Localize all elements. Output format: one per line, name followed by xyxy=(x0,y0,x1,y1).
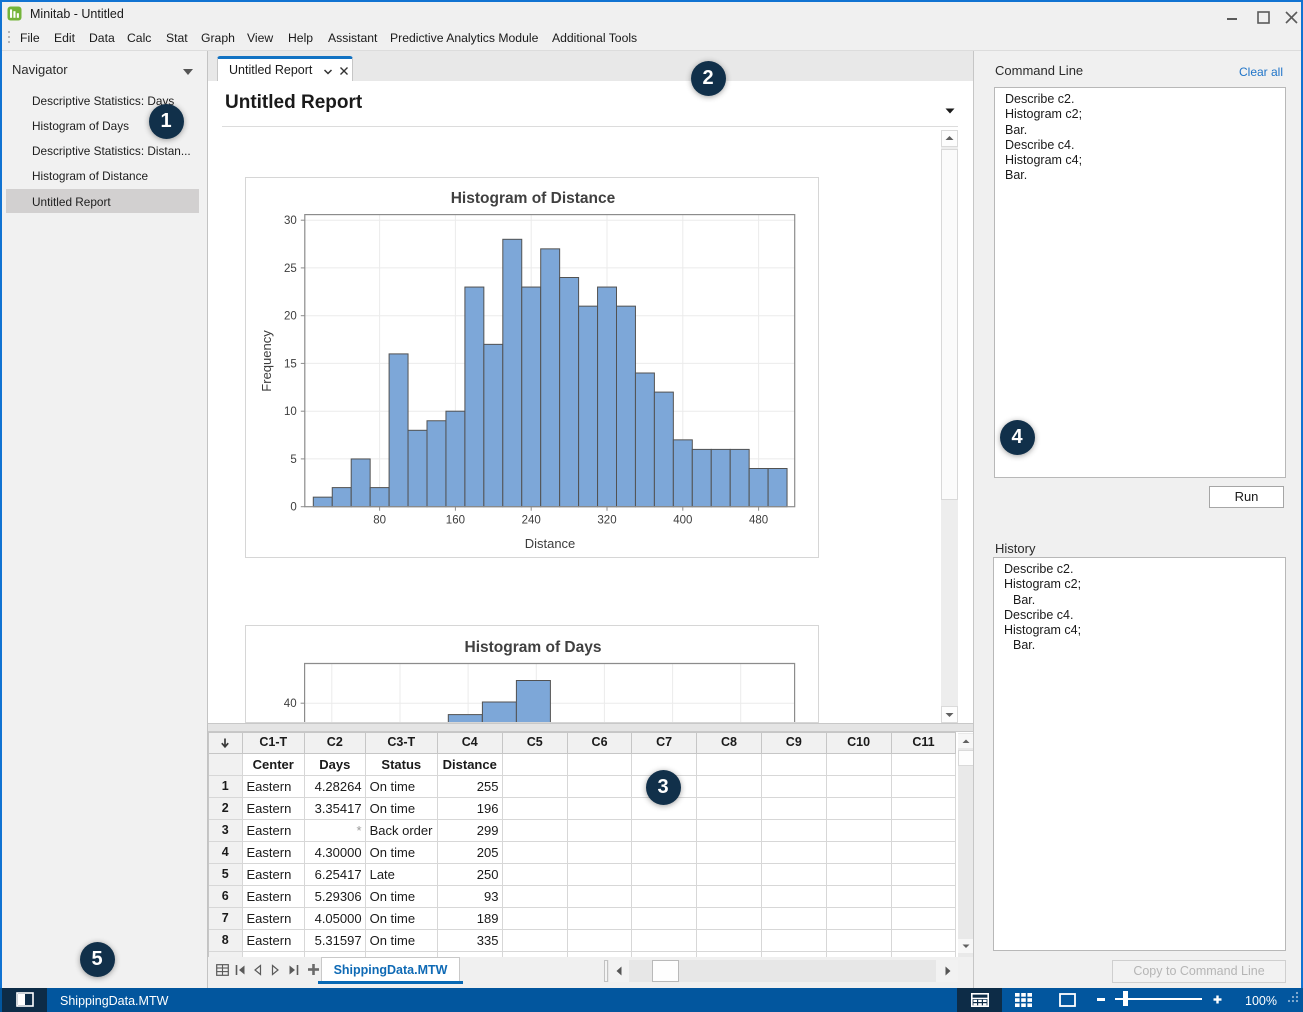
svg-text:25: 25 xyxy=(284,263,297,275)
svg-text:160: 160 xyxy=(446,515,465,527)
svg-text:10: 10 xyxy=(284,406,297,418)
svg-text:30: 30 xyxy=(284,215,297,227)
svg-text:20: 20 xyxy=(284,311,297,323)
svg-text:240: 240 xyxy=(522,515,541,527)
svg-text:15: 15 xyxy=(284,358,297,370)
svg-text:5: 5 xyxy=(290,454,296,466)
svg-text:80: 80 xyxy=(373,515,386,527)
svg-text:Histogram of Distance: Histogram of Distance xyxy=(451,190,616,207)
svg-text:320: 320 xyxy=(597,515,616,527)
svg-text:Distance: Distance xyxy=(525,536,576,551)
svg-text:400: 400 xyxy=(673,515,692,527)
svg-text:40: 40 xyxy=(284,698,297,710)
svg-text:Histogram of Days: Histogram of Days xyxy=(465,639,602,656)
svg-text:480: 480 xyxy=(749,515,768,527)
svg-text:Frequency: Frequency xyxy=(259,330,274,392)
svg-text:0: 0 xyxy=(290,502,296,514)
